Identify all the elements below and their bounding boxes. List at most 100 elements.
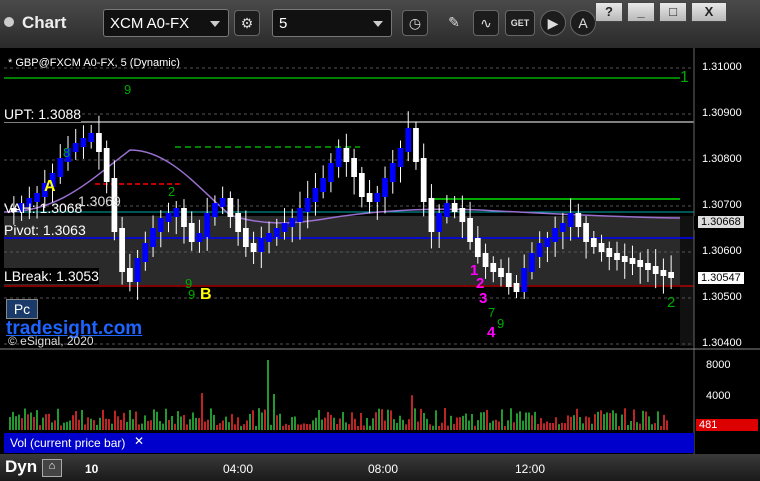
candle-body — [428, 198, 435, 232]
count-label: 2 — [168, 184, 176, 199]
candle-body — [668, 272, 674, 278]
candle-body — [219, 198, 226, 207]
count-label: 9 — [188, 287, 196, 302]
candle-body — [351, 158, 357, 177]
candle-body — [590, 238, 597, 247]
candle-body — [436, 213, 443, 232]
candle-body — [637, 260, 644, 267]
a-marker: A — [44, 178, 56, 195]
candle-body — [297, 208, 303, 222]
count-label: 3 — [479, 290, 488, 307]
candle-body — [498, 268, 504, 277]
chart-window: Chart XCM A0-FX ⚙ 5 ◷ ✎ ∿ GET ▶ A ? _ □ … — [0, 0, 760, 481]
close-icon[interactable]: ✕ — [134, 434, 144, 448]
candle-body — [552, 228, 559, 242]
count-label: 9 — [124, 82, 132, 97]
last-price-tag: 1.30547 — [698, 272, 744, 284]
volume-axis-label: 4000 — [706, 390, 731, 402]
candle-body — [621, 256, 628, 262]
lbreak-label: LBreak: 1.3053 — [4, 268, 99, 284]
candle-body — [320, 178, 327, 192]
candle-body — [343, 148, 350, 162]
dyn-label: Dyn — [5, 457, 38, 476]
volume-bars — [9, 360, 668, 430]
price-axis-label: 1.30600 — [702, 245, 742, 257]
pc-button[interactable]: Pc — [6, 299, 38, 319]
candle-body — [235, 213, 241, 232]
candle-body — [521, 268, 528, 292]
candle-body — [474, 238, 481, 257]
count-label: 1 — [680, 69, 689, 86]
candle-body — [88, 133, 95, 142]
candle-body — [529, 253, 535, 272]
vah-price-tag: 1.30668 — [698, 216, 744, 228]
time-label: 08:00 — [368, 462, 399, 476]
price-axis-label: 1.30400 — [702, 337, 742, 349]
pivot-label: Pivot: 1.3063 — [4, 222, 86, 238]
candle-body — [126, 268, 133, 282]
count-label: 9 — [497, 316, 505, 331]
b-marker: B — [200, 286, 212, 303]
price-axis-label: 1.30700 — [702, 199, 742, 211]
vah-label: VAH: 1.3068 — [4, 200, 83, 216]
price-axis-label: 1.30500 — [702, 291, 742, 303]
candle-body — [567, 213, 574, 227]
candle-body — [544, 238, 551, 247]
candle-body — [335, 148, 342, 167]
candle-body — [96, 133, 102, 152]
candle-body — [490, 263, 497, 272]
candle-body — [583, 223, 589, 242]
candle-body — [227, 198, 234, 217]
candle-body — [467, 218, 473, 242]
candle-body — [150, 228, 156, 247]
candle-body — [188, 223, 195, 242]
candle-body — [157, 218, 164, 232]
candle-body — [451, 203, 458, 212]
candle-body — [273, 228, 280, 237]
candle-body — [389, 163, 396, 182]
candle-body — [397, 148, 404, 167]
candle-body — [652, 266, 659, 274]
price-axis-label: 1.30900 — [702, 107, 742, 119]
price-axis-label: 1.31000 — [702, 61, 742, 73]
lock-icon[interactable]: ⌂ — [42, 459, 62, 477]
candle-body — [482, 253, 489, 267]
candle-body — [660, 270, 667, 276]
time-label: 12:00 — [515, 462, 546, 476]
candle-body — [382, 178, 388, 197]
candle-body — [575, 213, 582, 227]
price-chart — [0, 48, 760, 454]
candle-body — [413, 128, 419, 162]
candle-body — [204, 213, 211, 237]
candle-body — [444, 203, 450, 217]
candle-body — [289, 218, 296, 227]
candle-body — [328, 163, 334, 182]
candle-body — [459, 208, 466, 222]
candle-body — [281, 223, 288, 232]
candle-body — [374, 193, 381, 202]
copyright: © eSignal, 2020 — [8, 334, 94, 348]
candle-body — [614, 253, 620, 260]
candle-body — [266, 233, 272, 242]
candle-body — [536, 243, 543, 257]
candle-body — [196, 233, 203, 242]
candle-body — [80, 138, 87, 147]
candle-body — [165, 213, 172, 222]
time-label: 04:00 — [223, 462, 254, 476]
candle-body — [57, 158, 64, 177]
candle-body — [420, 158, 427, 202]
candle-body — [142, 243, 149, 262]
candle-body — [505, 273, 512, 287]
candle-body — [103, 148, 110, 182]
price-axis-label: 1.30800 — [702, 153, 742, 165]
candle-body — [513, 283, 520, 292]
candle-body — [560, 223, 566, 232]
volume-value-tag: 481 — [696, 419, 758, 431]
time-label: 10 — [85, 462, 99, 476]
symbol-label: * GBP@FXCM A0-FX, 5 (Dynamic) — [8, 57, 180, 69]
candle-body — [212, 203, 218, 217]
upt-label: UPT: 1.3088 — [4, 106, 82, 122]
candle-body — [181, 208, 187, 227]
candle-body — [405, 128, 412, 152]
candle-body — [366, 193, 373, 202]
